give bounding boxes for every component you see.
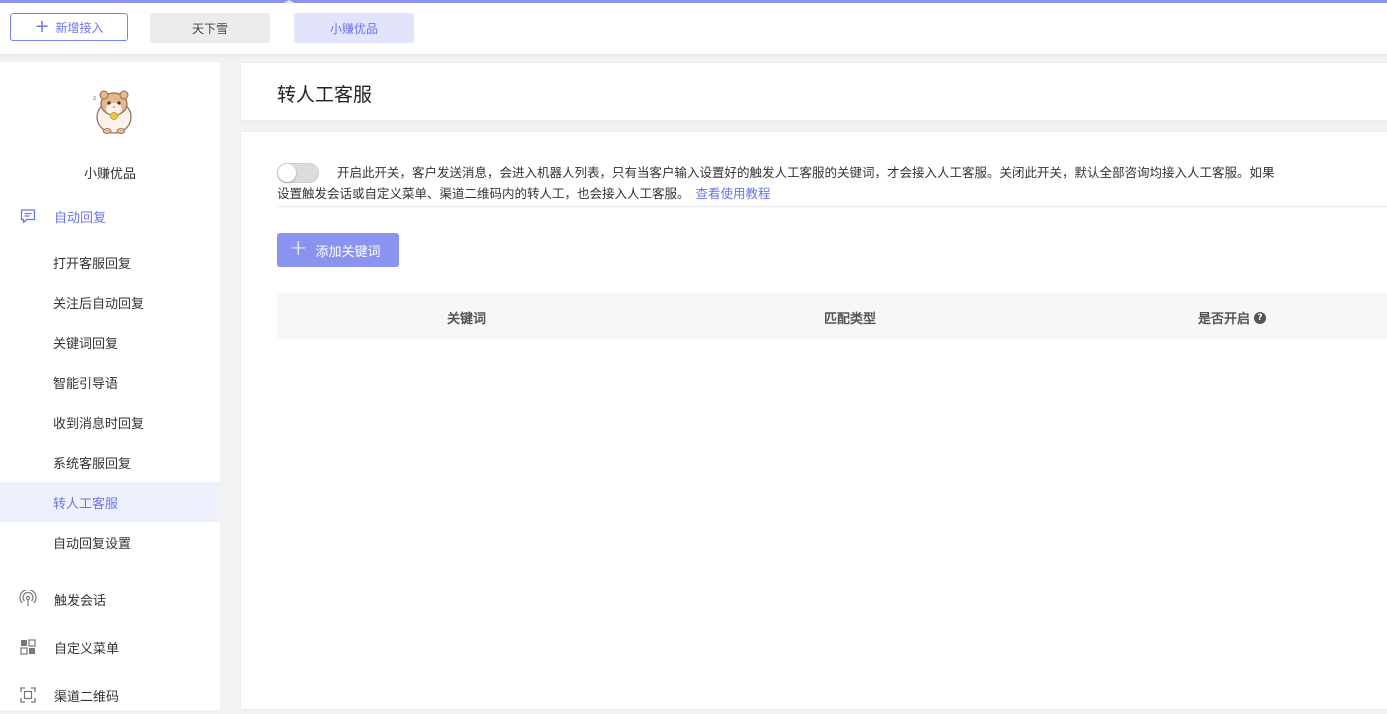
new-access-label: 新增接入 [55,20,104,35]
sidebar-item-label: 打开客服回复 [53,257,132,272]
sidebar-group-label: 渠道二维码 [54,690,120,705]
tutorial-link[interactable]: 查看使用教程 [696,186,771,201]
sidebar-group-label: 自动回复 [54,211,107,226]
add-keyword-button[interactable]: + 添加关键词 [277,233,399,267]
sidebar-item-open-service-reply[interactable]: 打开客服回复 [0,242,220,282]
message-square-icon [20,209,36,224]
page-title: 转人工客服 [277,84,373,106]
divider [277,206,1387,207]
question-circle-icon[interactable]: ? [1254,311,1267,324]
column-header-enabled: 是否开启 ? [1198,308,1267,327]
account-tab-label: 小赚优品 [329,21,378,36]
sidebar-item-smart-guide[interactable]: 智能引导语 [0,362,220,402]
sidebar-item-label: 关键词回复 [53,337,119,352]
sidebar-item-label: 关注后自动回复 [53,297,145,312]
column-header-enabled-label: 是否开启 [1198,312,1251,327]
sidebar-item-label: 系统客服回复 [53,457,132,472]
sidebar-group-custom-menu[interactable]: 自定义菜单 [0,626,220,666]
sidebar-item-auto-reply-settings[interactable]: 自动回复设置 [0,522,220,562]
sidebar-group-channel-qrcode[interactable]: 渠道二维码 [0,674,220,714]
add-keyword-label: 添加关键词 [315,244,381,260]
svg-text:z: z [93,95,96,102]
shop-name: 小赚优品 [83,167,136,182]
qrcode-frame-icon [20,687,36,703]
account-tab-tianxiaxue[interactable]: 天下雪 [150,13,270,43]
description-line-2-text: 设置触发会话或自定义菜单、渠道二维码内的转人工，也会接入人工客服。 [277,186,690,201]
column-header-keyword: 关键词 [447,312,487,327]
sidebar-item-keyword-reply[interactable]: 关键词回复 [0,322,220,362]
plus-icon: + [34,16,50,37]
description-line-1: 开启此开关，客户发送消息，会进入机器人列表，只有当客户输入设置好的触发人工客服的… [337,165,1275,180]
keyword-table-header: 关键词 匹配类型 是否开启 ? [277,293,1387,339]
page-header: 转人工客服 [240,62,1387,121]
description-line-2: 设置触发会话或自定义菜单、渠道二维码内的转人工，也会接入人工客服。 查看使用教程 [277,183,1387,204]
sidebar-group-trigger-session[interactable]: 触发会话 [0,578,220,618]
sidebar-item-label: 自动回复设置 [53,537,132,552]
sidebar-item-label: 转人工客服 [53,497,119,512]
sidebar-item-follow-auto-reply[interactable]: 关注后自动回复 [0,282,220,322]
sidebar: z 小赚优品 自动回复 打开客服回复 关注后自动回复 关键词回复 智能引导语 收… [0,62,220,710]
switch-description: 开启此开关，客户发送消息，会进入机器人列表，只有当客户输入设置好的触发人工客服的… [277,162,1387,204]
grid-menu-icon [20,639,36,655]
content-panel: 开启此开关，客户发送消息，会进入机器人列表，只有当客户输入设置好的触发人工客服的… [240,131,1387,710]
account-tab-label: 天下雪 [191,21,228,36]
top-bar: + 新增接入 天下雪 小赚优品 [0,3,1387,55]
sidebar-group-label: 自定义菜单 [54,642,120,657]
column-header-match-type: 匹配类型 [824,312,877,327]
plus-icon: + [289,236,308,261]
sidebar-group-label: 触发会话 [54,594,107,609]
sidebar-item-system-service-reply[interactable]: 系统客服回复 [0,442,220,482]
sidebar-item-transfer-to-human[interactable]: 转人工客服 [0,482,220,522]
hamster-avatar: z [93,90,132,134]
sidebar-item-on-message-reply[interactable]: 收到消息时回复 [0,402,220,442]
sidebar-item-label: 智能引导语 [53,377,119,392]
sidebar-group-auto-reply[interactable]: 自动回复 [0,195,220,235]
broadcast-icon [19,590,37,606]
sidebar-item-label: 收到消息时回复 [53,417,145,432]
account-tab-xiaozhuanyoupin[interactable]: 小赚优品 [294,13,414,43]
new-access-button[interactable]: + 新增接入 [10,13,128,41]
